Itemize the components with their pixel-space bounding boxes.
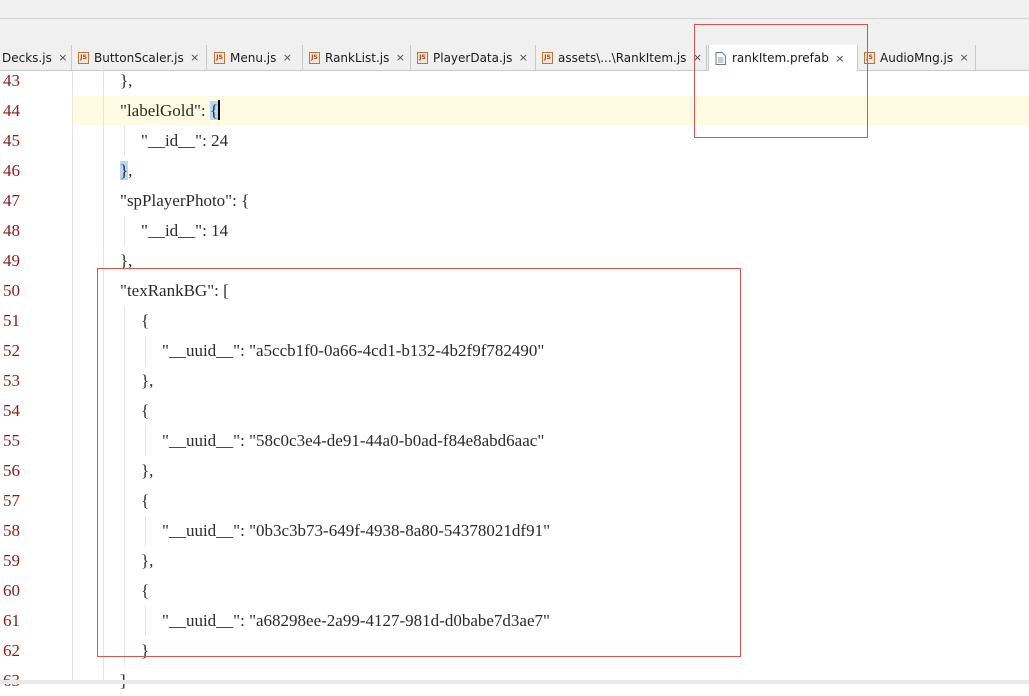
tab-label: AudioMng.js [880,50,954,65]
close-icon[interactable]: × [58,51,68,64]
indent-guide [124,126,125,156]
indent-guide [124,216,125,246]
line-number: 61 [3,611,20,630]
js-file-icon: JS [309,51,320,64]
tab-label: Menu.js [230,50,277,65]
tab-label: ButtonScaler.js [94,50,184,65]
tab-label: Decks.js [2,50,52,65]
line-number: 59 [3,551,20,570]
code-line[interactable]: 47 "spPlayerPhoto": { [0,186,1029,216]
line-number: 44 [3,101,20,120]
line-number: 53 [3,371,20,390]
annotation-box-active-tab [694,24,868,138]
tab-label: RankList.js [325,50,390,65]
line-number: 58 [3,521,20,540]
matched-bracket: } [120,161,129,180]
code-text: "spPlayerPhoto": { [120,191,250,210]
line-number: 49 [3,251,20,270]
line-number: 46 [3,161,20,180]
line-number: 60 [3,581,20,600]
close-icon[interactable]: × [282,51,292,64]
line-number: 47 [3,191,20,210]
close-icon[interactable]: × [395,51,405,64]
line-number: 57 [3,491,20,510]
tab-label: PlayerData.js [433,50,513,65]
js-file-icon: JS [78,51,89,64]
line-number: 50 [3,281,20,300]
close-icon[interactable]: × [959,51,969,64]
line-number: 43 [3,71,20,90]
code-text: "__id__": 14 [141,221,229,240]
close-icon[interactable]: × [190,51,200,64]
code-line[interactable]: 45 "__id__": 24 [0,126,1029,156]
js-file-icon: JS [417,51,428,64]
code-line[interactable]: 48 "__id__": 14 [0,216,1029,246]
text-caret [218,100,221,120]
toolbar-area [0,19,1029,45]
annotation-box-texrankbg [97,268,741,657]
code-line[interactable]: 44 "labelGold": { [3,96,1029,126]
code-text: }, [120,71,133,90]
line-number: 45 [3,131,20,150]
code-line[interactable]: 46}, [0,156,1029,186]
line-number: 52 [3,341,20,360]
line-number: 62 [3,641,20,660]
code-text: "labelGold": { [120,100,221,120]
code-text: }, [120,161,133,180]
js-file-icon: JS [214,51,225,64]
code-line[interactable]: 43}, [0,66,1029,96]
horizontal-scrollbar[interactable] [0,680,1029,684]
line-number: 48 [3,221,20,240]
line-number: 55 [3,431,20,450]
line-number: 54 [3,401,20,420]
line-number: 51 [3,311,20,330]
matched-bracket: { [209,101,219,120]
window-top-bar [0,0,1029,19]
close-icon[interactable]: × [518,51,528,64]
js-file-icon: JS [542,51,553,64]
tab-label: assets\...\RankItem.js [558,50,687,65]
code-text: "__id__": 24 [141,131,229,150]
line-number: 56 [3,461,20,480]
